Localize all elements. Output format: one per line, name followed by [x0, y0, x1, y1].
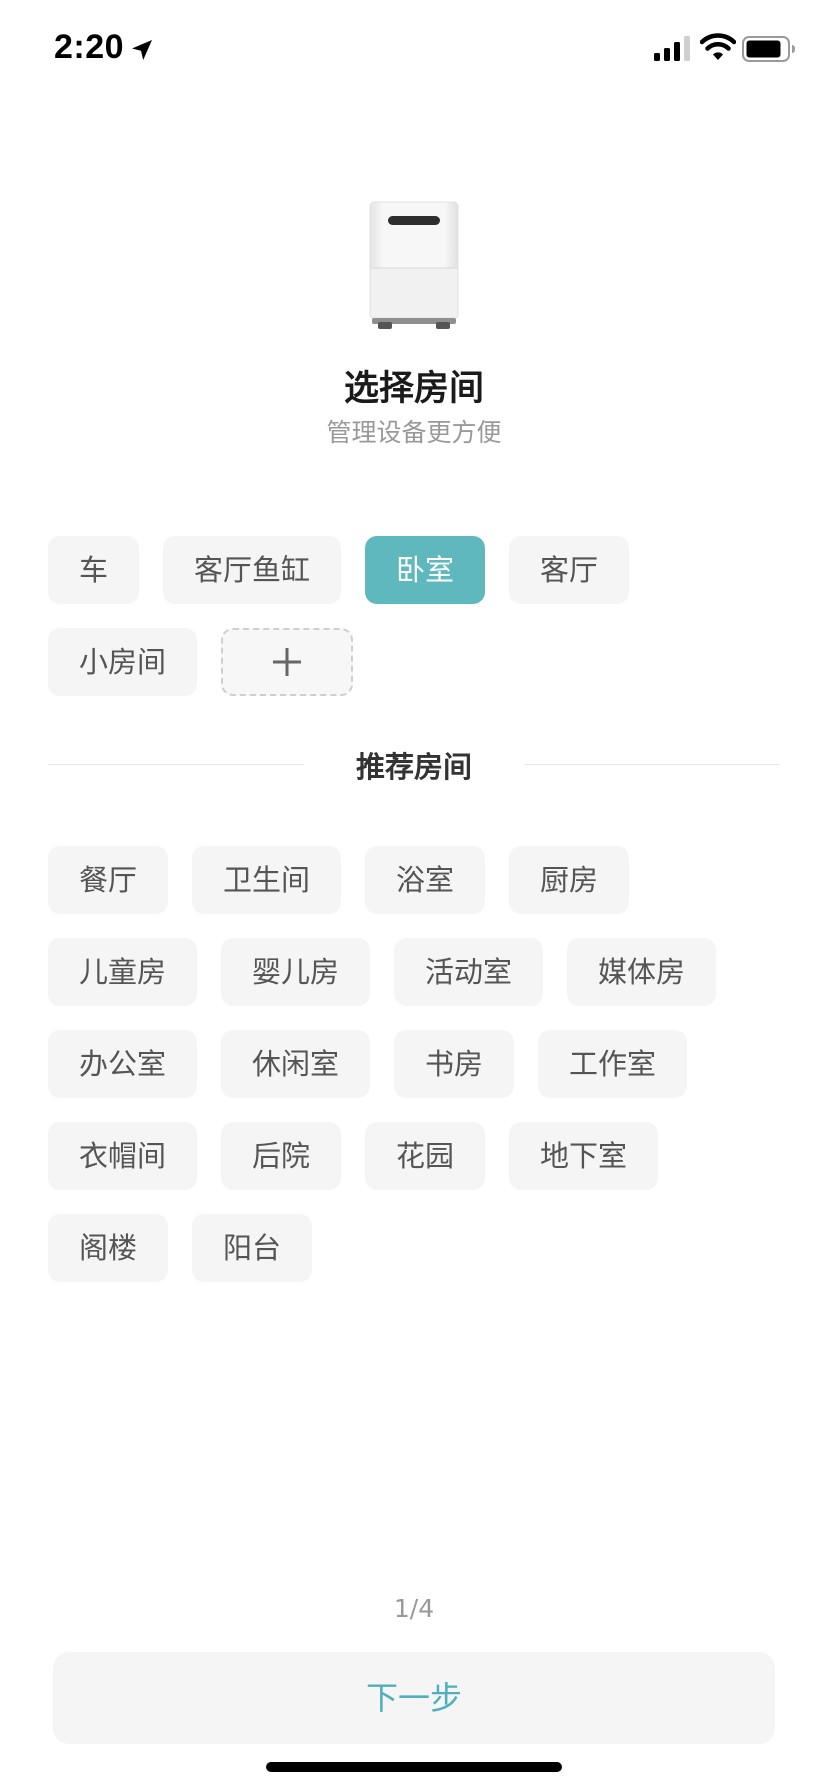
status-time: 2:20 — [54, 28, 125, 66]
recommended-chip[interactable]: 浴室 — [365, 846, 486, 914]
recommended-chip[interactable]: 卫生间 — [192, 846, 342, 914]
page-subtitle: 管理设备更方便 — [326, 418, 502, 447]
recommended-chip[interactable]: 婴儿房 — [221, 938, 371, 1006]
location-arrow-icon — [132, 40, 152, 60]
recommended-chip[interactable]: 媒体房 — [567, 938, 717, 1006]
room-chip-car[interactable]: 车 — [48, 536, 140, 604]
room-chip-living-room-aquarium[interactable]: 客厅鱼缸 — [163, 536, 342, 604]
device-image — [369, 201, 459, 329]
recommended-chip[interactable]: 花园 — [365, 1122, 486, 1190]
status-bar: 2:20 — [0, 0, 828, 100]
home-indicator[interactable] — [266, 1762, 562, 1772]
next-step-button[interactable]: 下一步 — [53, 1652, 775, 1744]
battery-icon — [742, 36, 795, 62]
page-indicator: 1/4 — [393, 1594, 435, 1623]
recommended-chip[interactable]: 阳台 — [192, 1214, 313, 1282]
cellular-signal-icon — [654, 36, 690, 61]
page-title: 选择房间 — [343, 369, 484, 409]
wifi-icon — [700, 33, 736, 60]
recommended-chip[interactable]: 餐厅 — [48, 846, 169, 914]
divider-line-right — [524, 764, 780, 765]
recommended-divider: 推荐房间 — [48, 740, 780, 790]
my-rooms-list: 车 客厅鱼缸 卧室 客厅 小房间 — [48, 536, 788, 696]
room-chip-small-room[interactable]: 小房间 — [48, 628, 198, 696]
recommended-chip[interactable]: 工作室 — [538, 1030, 688, 1098]
recommended-chip[interactable]: 衣帽间 — [48, 1122, 198, 1190]
add-room-button[interactable] — [221, 628, 354, 696]
recommended-chip[interactable]: 休闲室 — [221, 1030, 371, 1098]
room-chip-bedroom[interactable]: 卧室 — [365, 536, 486, 604]
recommended-chip[interactable]: 办公室 — [48, 1030, 198, 1098]
recommended-rooms-list: 餐厅 卫生间 浴室 厨房 儿童房 婴儿房 活动室 媒体房 办公室 休闲室 书房 … — [48, 846, 788, 1282]
recommended-chip[interactable]: 后院 — [221, 1122, 342, 1190]
recommended-chip[interactable]: 书房 — [394, 1030, 515, 1098]
recommended-chip[interactable]: 地下室 — [509, 1122, 659, 1190]
recommended-chip[interactable]: 阁楼 — [48, 1214, 169, 1282]
room-chip-living-room[interactable]: 客厅 — [509, 536, 630, 604]
recommended-title: 推荐房间 — [355, 750, 472, 784]
recommended-chip[interactable]: 儿童房 — [48, 938, 198, 1006]
plus-icon — [273, 648, 302, 676]
recommended-chip[interactable]: 活动室 — [394, 938, 544, 1006]
recommended-chip[interactable]: 厨房 — [509, 846, 630, 914]
